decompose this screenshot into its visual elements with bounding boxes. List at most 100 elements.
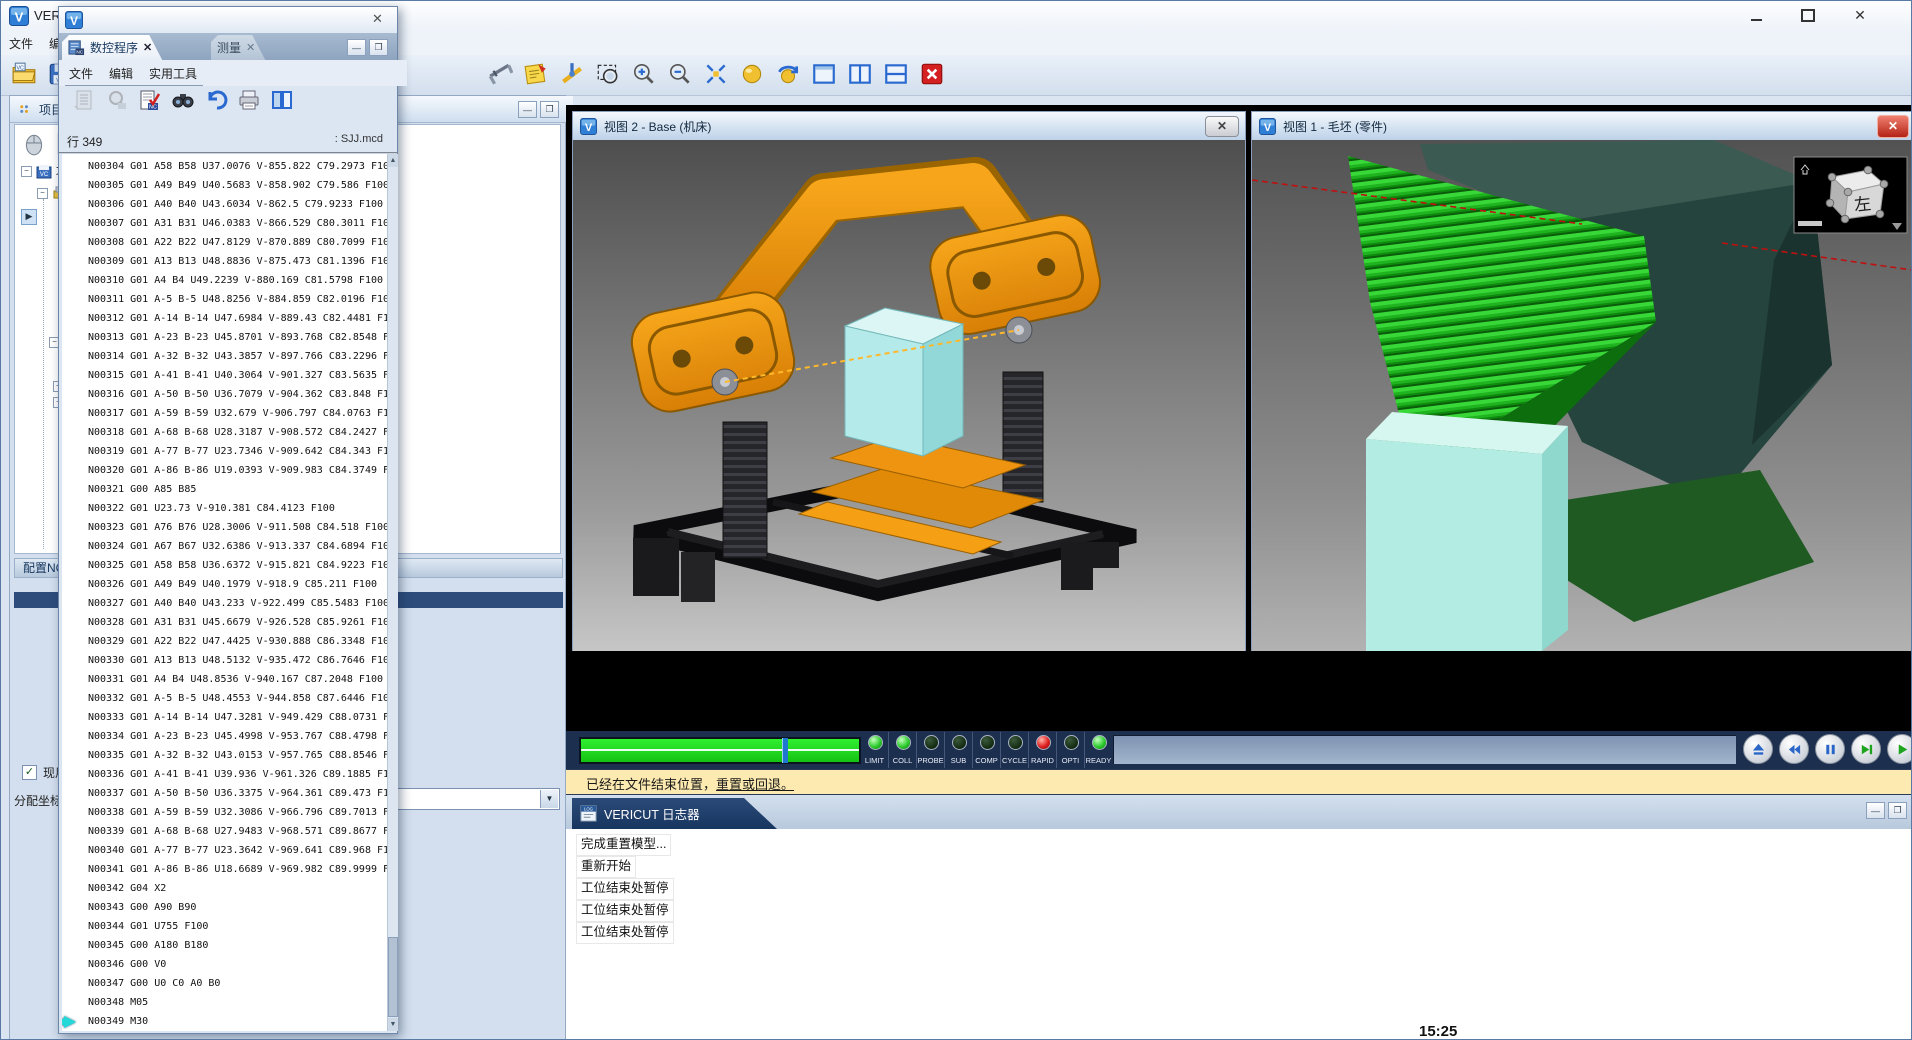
progress-position-marker[interactable] [782,738,788,763]
nc-code-line[interactable]: N00334 G01 A-23 B-23 U45.4998 V-953.767 … [62,727,387,746]
pause-button[interactable] [1815,734,1845,764]
nc-code-line[interactable]: N00319 G01 A-77 B-77 U23.7346 V-909.642 … [62,442,387,461]
minimize-button[interactable] [1734,3,1778,28]
nc-menu-item-编辑[interactable]: 编辑 [109,65,133,82]
nc-code-line[interactable]: N00345 G00 A180 B180 [62,936,387,955]
nc-code-line[interactable]: N00344 G01 U755 F100 [62,917,387,936]
nc-search-icon[interactable] [105,88,129,112]
nc-code-line[interactable]: N00311 G01 A-5 B-5 U48.8256 V-884.859 C8… [62,290,387,309]
close-red-x-icon[interactable] [919,61,945,87]
status-light-cycle[interactable]: CYCLE [1001,732,1029,768]
nc-code-line[interactable]: N00332 G01 A-5 B-5 U48.4553 V-944.858 C8… [62,689,387,708]
tab-close-icon[interactable]: ✕ [246,41,255,54]
status-light-rapid[interactable]: RAPID [1029,732,1057,768]
nc-code-line[interactable]: N00347 G00 U0 C0 A0 B0 [62,974,387,993]
nc-detach-button[interactable]: ❐ [369,39,388,56]
nc-code-line[interactable]: N00320 G01 A-86 B-86 U19.0393 V-909.983 … [62,461,387,480]
play-button[interactable] [1887,734,1912,764]
nc-code-line[interactable]: N00330 G01 A13 B13 U48.5132 V-935.472 C8… [62,651,387,670]
zoom-in-icon[interactable] [631,61,657,87]
log-minimize-button[interactable]: — [1866,802,1885,819]
nc-code-line[interactable]: N00318 G01 A-68 B-68 U28.3187 V-908.572 … [62,423,387,442]
nc-code-listing[interactable]: N00304 G01 A58 B58 U37.0076 V-855.822 C7… [62,154,387,1031]
edit-note-icon[interactable] [523,61,549,87]
nc-code-line[interactable]: N00328 G01 A31 B31 U45.6679 V-926.528 C8… [62,613,387,632]
nc-code-line[interactable]: N00339 G01 A-68 B-68 U27.9483 V-968.571 … [62,822,387,841]
status-action-link[interactable]: 重置或回退。 [716,777,794,792]
scroll-thumb[interactable] [388,937,398,1017]
nc-code-line[interactable]: N00348 M05 [62,993,387,1012]
nc-code-line[interactable]: N00342 G04 X2 [62,879,387,898]
viewport-machine-titlebar[interactable]: V 视图 2 - Base (机床) ✕ [573,112,1245,141]
nc-code-line[interactable]: N00340 G01 A-77 B-77 U23.3642 V-969.641 … [62,841,387,860]
nc-code-line[interactable]: N00331 G01 A4 B4 U48.8536 V-940.167 C87.… [62,670,387,689]
zoom-out-icon[interactable] [667,61,693,87]
stock-3d-view[interactable]: 左 [1252,140,1912,651]
undo-arrow-icon[interactable] [204,88,228,112]
orientation-cube[interactable]: 左 [1794,157,1907,233]
nc-menu-item-文件[interactable]: 文件 [69,65,93,82]
viewport-close-button[interactable]: ✕ [1877,115,1909,138]
layout-hsplit-icon[interactable] [883,61,909,87]
nc-minimize-button[interactable]: — [347,39,366,56]
nc-check-icon[interactable]: NC [138,88,162,112]
layout-single-icon[interactable] [811,61,837,87]
printer-icon[interactable] [237,88,261,112]
zoom-window-icon[interactable] [595,61,621,87]
collapse-icon[interactable]: − [37,188,48,199]
probe-tool-icon[interactable] [559,61,585,87]
open-folder-icon[interactable]: VC [11,61,37,87]
nc-code-line[interactable]: N00317 G01 A-59 B-59 U32.679 V-906.797 C… [62,404,387,423]
active-checkbox[interactable]: ✓ [22,765,37,780]
nc-scrollbar[interactable]: ▲ ▼ [387,154,398,1031]
maximize-button[interactable] [1786,3,1830,28]
rewind-button[interactable] [1779,734,1809,764]
status-light-sub[interactable]: SUB [945,732,973,768]
scroll-up-icon[interactable]: ▲ [388,154,398,167]
nc-code-line[interactable]: N00341 G01 A-86 B-86 U18.6689 V-969.982 … [62,860,387,879]
nc-code-line[interactable]: N00326 G01 A49 B49 U40.1979 V-918.9 C85.… [62,575,387,594]
nc-code-line[interactable]: N00315 G01 A-41 B-41 U40.3064 V-901.327 … [62,366,387,385]
status-light-ready[interactable]: READY [1085,732,1112,768]
viewport-stock-titlebar[interactable]: V 视图 1 - 毛坯 (零件) ✕ [1252,112,1912,141]
caliper-measure-icon[interactable] [487,61,513,87]
nc-code-line[interactable]: N00304 G01 A58 B58 U37.0076 V-855.822 C7… [62,157,387,176]
nc-window-titlebar[interactable]: V ✕ [59,7,397,34]
nc-menu-item-实用工具[interactable]: 实用工具 [149,65,197,82]
eject-button[interactable] [1743,734,1773,764]
panel-detach-button[interactable]: ❐ [540,101,559,118]
nc-code-line[interactable]: N00314 G01 A-32 B-32 U43.3857 V-897.766 … [62,347,387,366]
scroll-down-icon[interactable]: ▼ [388,1018,398,1031]
nc-code-line[interactable]: N00321 G00 A85 B85 [62,480,387,499]
tree-current-marker[interactable]: ▶ [21,209,37,225]
status-light-limit[interactable]: LIMIT [861,732,889,768]
status-light-probe[interactable]: PROBE [917,732,945,768]
nc-code-line[interactable]: N00329 G01 A22 B22 U47.4425 V-930.888 C8… [62,632,387,651]
simulation-progress-bar[interactable] [579,737,861,764]
status-light-comp[interactable]: COMP [973,732,1001,768]
nc-code-line[interactable]: N00335 G01 A-32 B-32 U43.0153 V-957.765 … [62,746,387,765]
nc-code-line[interactable]: N00323 G01 A76 B76 U28.3006 V-911.508 C8… [62,518,387,537]
nc-code-line[interactable]: N00322 G01 U23.73 V-910.381 C84.4123 F10… [62,499,387,518]
nc-code-line[interactable]: N00327 G01 A40 B40 U43.233 V-922.499 C85… [62,594,387,613]
fit-view-icon[interactable] [703,61,729,87]
nc-code-line[interactable]: N00313 G01 A-23 B-23 U45.8701 V-893.768 … [62,328,387,347]
nc-code-line[interactable]: N00343 G00 A90 B90 [62,898,387,917]
nc-code-line[interactable]: N00307 G01 A31 B31 U46.0383 V-866.529 C8… [62,214,387,233]
nc-code-line[interactable]: N00346 G00 V0 [62,955,387,974]
panel-minimize-button[interactable]: — [518,101,537,118]
machine-3d-view[interactable] [573,140,1245,651]
log-detach-button[interactable]: ❐ [1888,802,1907,819]
nc-code-line[interactable]: N00325 G01 A58 B58 U36.6372 V-915.821 C8… [62,556,387,575]
log-tab[interactable]: LOG VERICUT 日志器 [572,798,777,829]
chevron-down-icon[interactable]: ▼ [540,790,558,808]
step-end-button[interactable] [1851,734,1881,764]
nc-code-line[interactable]: N00308 G01 A22 B22 U47.8129 V-870.889 C8… [62,233,387,252]
nc-code-line[interactable]: N00336 G01 A-41 B-41 U39.936 V-961.326 C… [62,765,387,784]
tab-nc-program[interactable]: NC 数控程序 ✕ [62,35,162,60]
collapse-icon[interactable]: − [21,166,32,177]
status-light-coll[interactable]: COLL [889,732,917,768]
close-icon[interactable]: ✕ [372,11,383,27]
nc-code-line[interactable]: N00309 G01 A13 B13 U48.8836 V-875.473 C8… [62,252,387,271]
close-button[interactable]: ✕ [1838,3,1882,28]
